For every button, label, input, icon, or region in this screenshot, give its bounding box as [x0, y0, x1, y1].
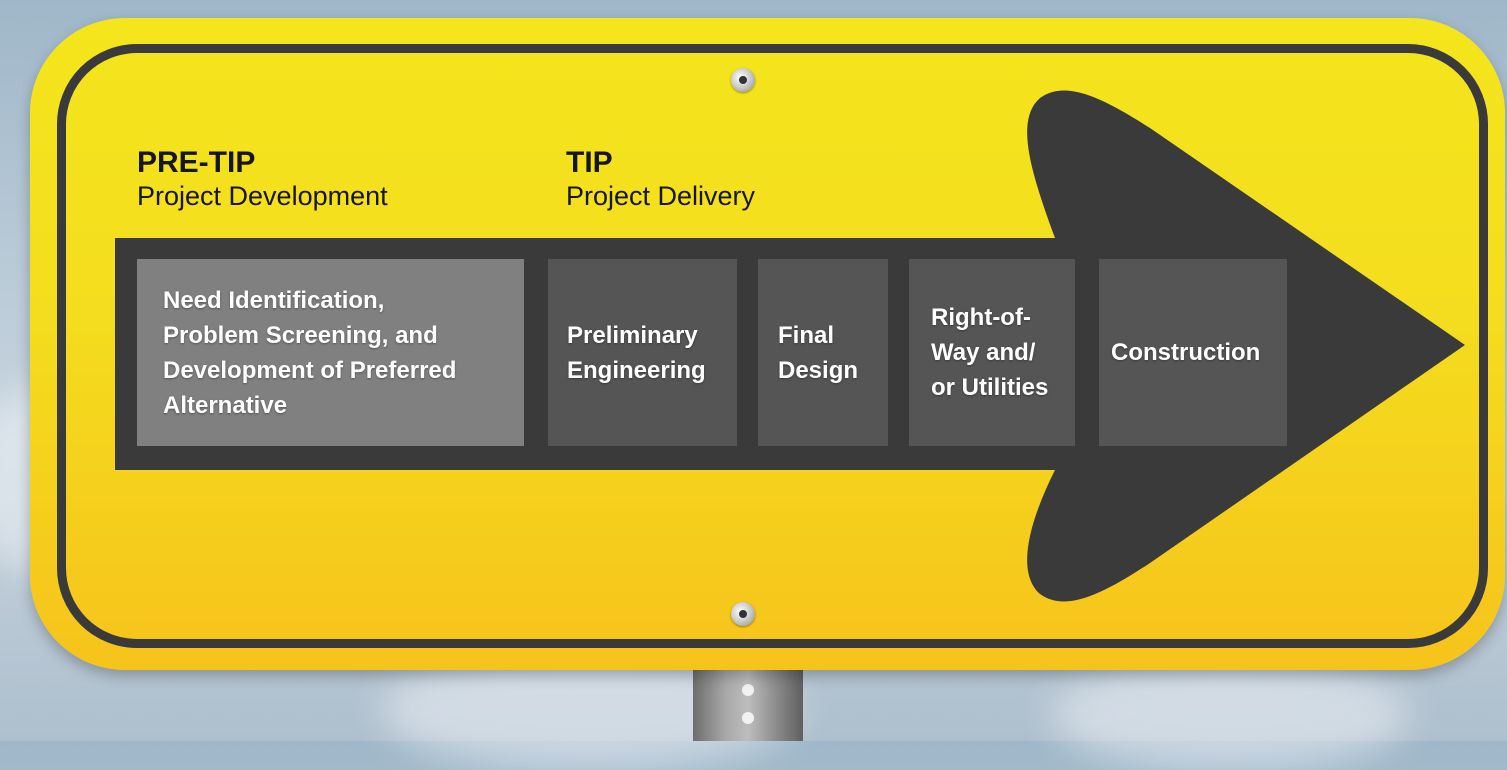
tip-title: TIP [566, 146, 613, 179]
stage-box-right-of-way: Right-of- Way and/ or Utilities [909, 259, 1075, 446]
stage-box-final-design: Final Design [758, 259, 888, 446]
pre-tip-title: PRE-TIP [137, 146, 256, 179]
stage-label: Final Design [778, 321, 859, 384]
stage-label: Construction [1111, 339, 1261, 366]
stage-box-need-identification: Need Identification, Problem Screening, … [137, 259, 524, 446]
tip-heading: TIP Project Delivery [566, 146, 755, 212]
stage-box-preliminary-engineering: Preliminary Engineering [548, 259, 737, 446]
stage-box-construction: Construction [1099, 259, 1287, 446]
stage-label: Right-of- Way and/ or Utilities [931, 304, 1049, 401]
pre-tip-subtitle: Project Development [137, 181, 388, 211]
stage-label: Need Identification, Problem Screening, … [163, 286, 457, 419]
tip-subtitle: Project Delivery [566, 181, 756, 211]
bolt-icon [731, 602, 755, 626]
stage-label: Preliminary Engineering [567, 321, 706, 384]
pre-tip-heading: PRE-TIP Project Development [137, 146, 388, 212]
bolt-icon [731, 68, 755, 92]
